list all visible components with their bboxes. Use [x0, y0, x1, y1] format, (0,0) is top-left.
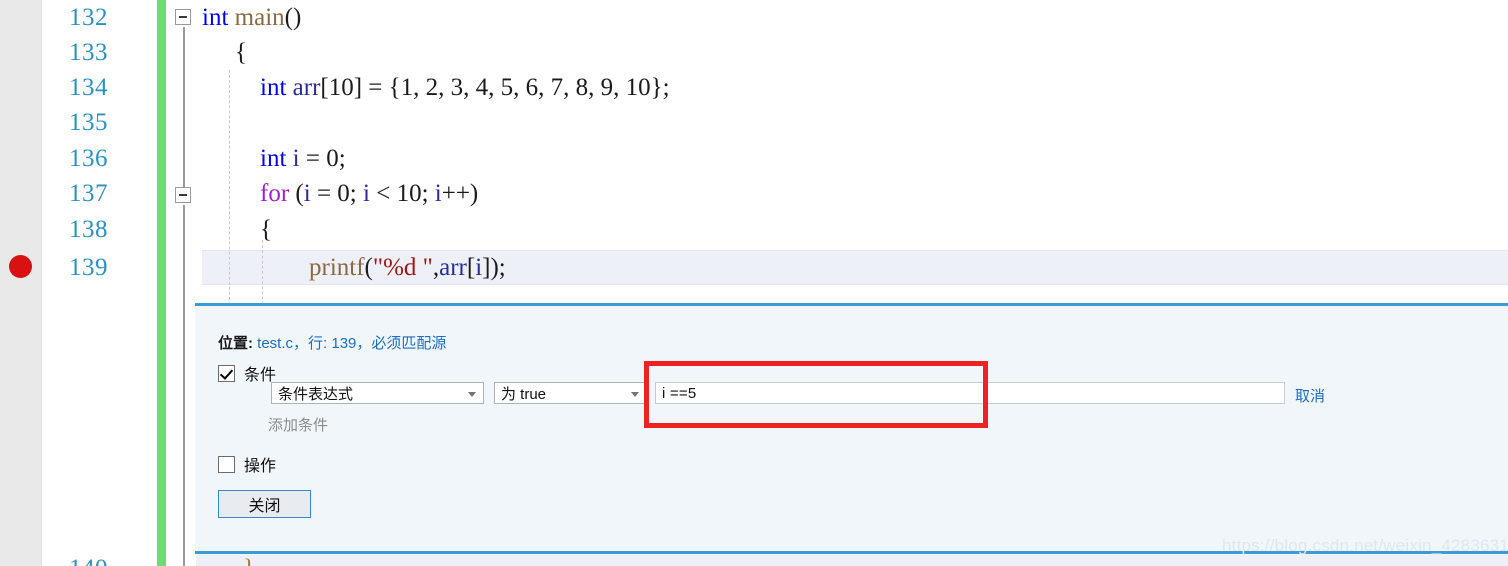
- code-token: (: [364, 254, 373, 281]
- code-token: 0: [337, 180, 350, 207]
- code-token: 10: [396, 180, 422, 207]
- line-number-gutter: 132 133 134 135 136 137 138 139 140: [42, 0, 112, 566]
- line-number: 132: [69, 4, 108, 31]
- code-line: int arr[10] = {1, 2, 3, 4, 5, 6, 7, 8, 9…: [260, 70, 670, 105]
- code-token: arr: [292, 74, 321, 101]
- line-number-partial: 140: [42, 551, 108, 566]
- line-number: 135: [69, 109, 108, 136]
- code-token: ]);: [482, 254, 506, 281]
- chevron-down-icon: [631, 392, 639, 397]
- code-token: i: [292, 145, 300, 172]
- location-value: test.c，行: 139，必须匹配源: [257, 335, 447, 352]
- csdn-watermark: https://blog.csdn.net/weixin_42836316: [1222, 536, 1508, 555]
- code-folding-gutter[interactable]: [172, 0, 196, 566]
- line-number: 133: [69, 39, 108, 66]
- condition-type-value: 条件表达式: [278, 385, 354, 403]
- code-token: [: [320, 74, 329, 101]
- close-button[interactable]: 关闭: [218, 490, 311, 518]
- condition-comparison-value: 为 true: [501, 385, 547, 403]
- code-token: =: [299, 145, 327, 172]
- action-checkbox-row[interactable]: 操作: [218, 452, 276, 476]
- breakpoint-location-text: 位置: test.c，行: 139，必须匹配源: [218, 332, 446, 353]
- cancel-condition-link[interactable]: 取消: [1295, 385, 1325, 406]
- code-token: ] = {: [353, 74, 401, 101]
- condition-expression-input[interactable]: i ==5: [655, 382, 1285, 404]
- code-token: };: [650, 74, 670, 101]
- code-token: main: [234, 4, 285, 31]
- code-token: ;: [349, 180, 363, 207]
- condition-checkbox[interactable]: [218, 364, 235, 382]
- line-number: 136: [69, 145, 108, 172]
- code-token: =: [310, 180, 338, 207]
- code-line: int main(): [202, 0, 301, 35]
- chevron-down-icon: [468, 392, 476, 397]
- code-token: for: [260, 180, 290, 207]
- code-token: i: [434, 180, 442, 207]
- condition-comparison-dropdown[interactable]: 为 true: [494, 382, 647, 404]
- action-checkbox-label: 操作: [244, 458, 277, 475]
- code-token: i: [363, 180, 370, 207]
- code-token: i: [303, 180, 311, 207]
- code-token: ++): [441, 180, 479, 207]
- code-token: (: [289, 180, 304, 207]
- location-label: 位置:: [218, 335, 253, 352]
- breakpoint-indicator-icon[interactable]: [9, 255, 32, 278]
- fold-toggle-icon[interactable]: [175, 9, 191, 25]
- code-token: printf: [309, 254, 365, 281]
- code-line: printf("%d ",arr[i]);: [309, 250, 506, 285]
- code-token: int: [260, 145, 287, 172]
- code-token: <: [369, 180, 397, 207]
- fold-guide-line: [183, 205, 185, 566]
- code-line: {: [235, 35, 247, 70]
- code-token: int: [260, 74, 287, 101]
- line-number: 138: [69, 216, 108, 243]
- line-number: 139: [69, 254, 108, 281]
- code-token: 1, 2, 3, 4, 5, 6, 7, 8, 9, 10: [400, 74, 651, 101]
- action-checkbox[interactable]: [218, 455, 235, 473]
- code-token: ;: [421, 180, 435, 207]
- condition-checkbox-row[interactable]: 条件: [218, 361, 276, 385]
- condition-type-dropdown[interactable]: 条件表达式: [271, 382, 484, 404]
- code-token: "%d ": [372, 254, 433, 281]
- code-token: int: [202, 4, 229, 31]
- code-token: (): [284, 4, 302, 31]
- fold-toggle-icon[interactable]: [175, 187, 191, 203]
- condition-expression-value: i ==5: [662, 384, 697, 402]
- breakpoint-margin[interactable]: [0, 0, 42, 566]
- change-tracking-bar: [157, 0, 166, 566]
- code-line: {: [260, 212, 272, 247]
- breakpoint-settings-dialog: 位置: test.c，行: 139，必须匹配源 条件 操作 添加条件: [195, 303, 1508, 555]
- code-line: int i = 0;: [260, 141, 346, 176]
- add-condition-link[interactable]: 添加条件: [268, 414, 328, 435]
- code-token: {: [235, 39, 247, 66]
- code-token: 0: [326, 145, 339, 172]
- line-number: 137: [69, 180, 108, 207]
- fold-guide-line: [183, 27, 185, 187]
- code-token: ;: [338, 145, 346, 172]
- line-number: 134: [69, 74, 108, 101]
- code-token: {: [260, 216, 272, 243]
- code-token: 10: [328, 74, 354, 101]
- code-line: for (i = 0; i < 10; i++): [260, 176, 478, 211]
- code-token: [: [466, 254, 476, 281]
- code-token: arr: [439, 254, 467, 281]
